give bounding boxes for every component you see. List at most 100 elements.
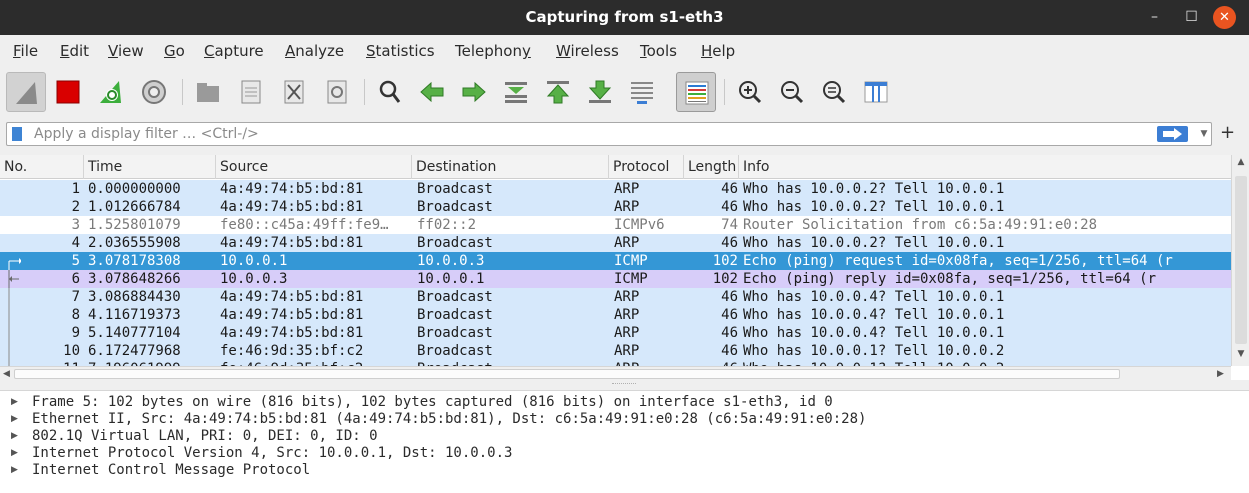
display-filter-input[interactable] xyxy=(34,123,1134,145)
menu-file[interactable]: File xyxy=(13,42,38,60)
cell-time: 3.078178308 xyxy=(88,253,181,269)
find-packet-icon[interactable] xyxy=(370,72,410,112)
menu-capture[interactable]: Capture xyxy=(204,42,264,60)
main-toolbar xyxy=(0,67,1249,118)
go-to-packet-icon[interactable] xyxy=(496,72,536,112)
scroll-right-icon[interactable]: ▶ xyxy=(1217,367,1224,381)
cell-len: 46 xyxy=(721,325,738,341)
capture-options-icon[interactable] xyxy=(134,72,174,112)
column-header-destination[interactable]: Destination xyxy=(412,155,609,179)
column-header-no[interactable]: No. xyxy=(0,155,84,179)
cell-info: Echo (ping) request id=0x08fa, seq=1/256… xyxy=(743,253,1173,269)
expand-arrow-icon[interactable]: ▶ xyxy=(11,444,18,462)
cell-info: Who has 10.0.0.4? Tell 10.0.0.1 xyxy=(743,325,1005,341)
menu-tools[interactable]: Tools xyxy=(640,42,677,60)
menu-help[interactable]: Help xyxy=(701,42,735,60)
detail-tree-item[interactable]: ▶ Frame 5: 102 bytes on wire (816 bits), … xyxy=(0,393,1249,411)
menu-statistics[interactable]: Statistics xyxy=(366,42,435,60)
cell-proto: ICMPv6 xyxy=(614,217,665,233)
menu-edit[interactable]: Edit xyxy=(60,42,89,60)
expand-arrow-icon[interactable]: ▶ xyxy=(11,410,18,428)
column-header-protocol[interactable]: Protocol xyxy=(609,155,684,179)
packet-row[interactable]: 3 1.525801079 fe80::c45a:49ff:fe9… ff02::2 I… xyxy=(0,216,1231,234)
packet-list-vertical-scrollbar[interactable]: ▲ ▼ xyxy=(1231,155,1249,366)
packet-row[interactable]: 6 3.078648266 10.0.0.3 10.0.0.1 ICMP 102 Echo … xyxy=(0,270,1231,288)
cell-proto: ARP xyxy=(614,235,640,251)
go-last-icon[interactable] xyxy=(580,72,620,112)
cell-info: Router Solicitation from c6:5a:49:91:e0:… xyxy=(743,217,1098,233)
detail-text: Internet Protocol Version 4, Src: 10.0.0… xyxy=(32,445,513,461)
cell-len: 46 xyxy=(721,199,738,215)
close-icon[interactable]: ✕ xyxy=(1213,6,1236,29)
bookmark-icon[interactable] xyxy=(12,127,22,141)
scroll-left-icon[interactable]: ◀ xyxy=(3,367,10,381)
request-arrow-icon xyxy=(8,258,21,270)
open-file-icon[interactable] xyxy=(188,72,228,112)
cell-src: 4a:49:74:b5:bd:81 xyxy=(220,181,364,197)
resize-columns-icon[interactable] xyxy=(856,72,896,112)
menu-view[interactable]: View xyxy=(108,42,144,60)
expand-arrow-icon[interactable]: ▶ xyxy=(11,461,18,479)
packet-row[interactable]: 7 3.086884430 4a:49:74:b5:bd:81 Broadcast AR… xyxy=(0,288,1231,306)
minimize-icon[interactable]: – xyxy=(1143,6,1166,29)
apply-filter-icon[interactable] xyxy=(1157,126,1188,142)
detail-tree-item[interactable]: ▶ Ethernet II, Src: 4a:49:74:b5:bd:81 (4a… xyxy=(0,410,1249,428)
cell-src: fe:46:9d:35:bf:c2 xyxy=(220,343,364,359)
detail-tree-item[interactable]: ▶ Internet Protocol Version 4, Src: 10.0.… xyxy=(0,444,1249,462)
save-file-icon[interactable] xyxy=(231,72,271,112)
cell-src: 4a:49:74:b5:bd:81 xyxy=(220,289,364,305)
scrollbar-thumb[interactable] xyxy=(14,369,1120,379)
maximize-icon[interactable]: ☐ xyxy=(1180,6,1203,29)
packet-list-horizontal-scrollbar[interactable]: ◀ ▶ xyxy=(0,366,1231,380)
colorize-icon[interactable] xyxy=(676,72,716,112)
packet-row[interactable]: 5 3.078178308 10.0.0.1 10.0.0.3 ICMP 102 Echo … xyxy=(0,252,1231,270)
close-file-icon[interactable] xyxy=(274,72,314,112)
pane-splitter[interactable] xyxy=(0,380,1249,390)
go-first-icon[interactable] xyxy=(538,72,578,112)
packet-list-header: No. Time Source Destination Protocol Len… xyxy=(0,155,1231,179)
menu-analyze[interactable]: Analyze xyxy=(285,42,344,60)
scrollbar-thumb[interactable] xyxy=(1235,176,1247,344)
zoom-normal-icon[interactable] xyxy=(814,72,854,112)
cell-dst: Broadcast xyxy=(417,235,493,251)
menu-telephony[interactable]: Telephony xyxy=(455,42,531,60)
expand-arrow-icon[interactable]: ▶ xyxy=(11,393,18,411)
detail-tree-item[interactable]: ▶ Internet Control Message Protocol xyxy=(0,461,1249,479)
go-back-icon[interactable] xyxy=(412,72,452,112)
detail-text: Internet Control Message Protocol xyxy=(32,462,311,478)
cell-no: 4 xyxy=(71,235,80,251)
packet-row[interactable]: 8 4.116719373 4a:49:74:b5:bd:81 Broadcast AR… xyxy=(0,306,1231,324)
add-filter-button-icon[interactable]: + xyxy=(1220,121,1235,145)
zoom-in-icon[interactable] xyxy=(730,72,770,112)
auto-scroll-icon[interactable] xyxy=(622,72,662,112)
scroll-down-icon[interactable]: ▼ xyxy=(1232,349,1249,359)
shark-fin-start-icon[interactable] xyxy=(6,72,46,112)
cell-proto: ARP xyxy=(614,325,640,341)
splitter-handle[interactable] xyxy=(612,383,636,386)
cell-src: 10.0.0.1 xyxy=(220,253,288,269)
detail-tree-item[interactable]: ▶ 802.1Q Virtual LAN, PRI: 0, DEI: 0, ID:… xyxy=(0,427,1249,445)
reload-icon[interactable] xyxy=(317,72,357,112)
packet-row[interactable]: 10 6.172477968 fe:46:9d:35:bf:c2 Broadcast A… xyxy=(0,342,1231,360)
stop-capture-icon[interactable] xyxy=(48,72,88,112)
column-header-info[interactable]: Info xyxy=(739,155,1231,179)
column-header-source[interactable]: Source xyxy=(216,155,412,179)
cell-len: 46 xyxy=(721,181,738,197)
restart-capture-icon[interactable] xyxy=(91,72,131,112)
zoom-out-icon[interactable] xyxy=(772,72,812,112)
cell-no: 2 xyxy=(71,199,80,215)
scroll-up-icon[interactable]: ▲ xyxy=(1232,157,1249,167)
packet-row[interactable]: 9 5.140777104 4a:49:74:b5:bd:81 Broadcast AR… xyxy=(0,324,1231,342)
cell-src: 4a:49:74:b5:bd:81 xyxy=(220,307,364,323)
packet-row[interactable]: 2 1.012666784 4a:49:74:b5:bd:81 Broadcast AR… xyxy=(0,198,1231,216)
packet-row[interactable]: 1 0.000000000 4a:49:74:b5:bd:81 Broadcast AR… xyxy=(0,180,1231,198)
column-header-length[interactable]: Length xyxy=(684,155,739,179)
column-header-time[interactable]: Time xyxy=(84,155,216,179)
menu-go[interactable]: Go xyxy=(164,42,185,60)
menu-wireless[interactable]: Wireless xyxy=(556,42,619,60)
go-forward-icon[interactable] xyxy=(454,72,494,112)
expand-arrow-icon[interactable]: ▶ xyxy=(11,427,18,445)
cell-info: Who has 10.0.0.2? Tell 10.0.0.1 xyxy=(743,199,1005,215)
packet-row[interactable]: 4 2.036555908 4a:49:74:b5:bd:81 Broadcast AR… xyxy=(0,234,1231,252)
chevron-down-icon[interactable]: ▼ xyxy=(1197,125,1211,143)
